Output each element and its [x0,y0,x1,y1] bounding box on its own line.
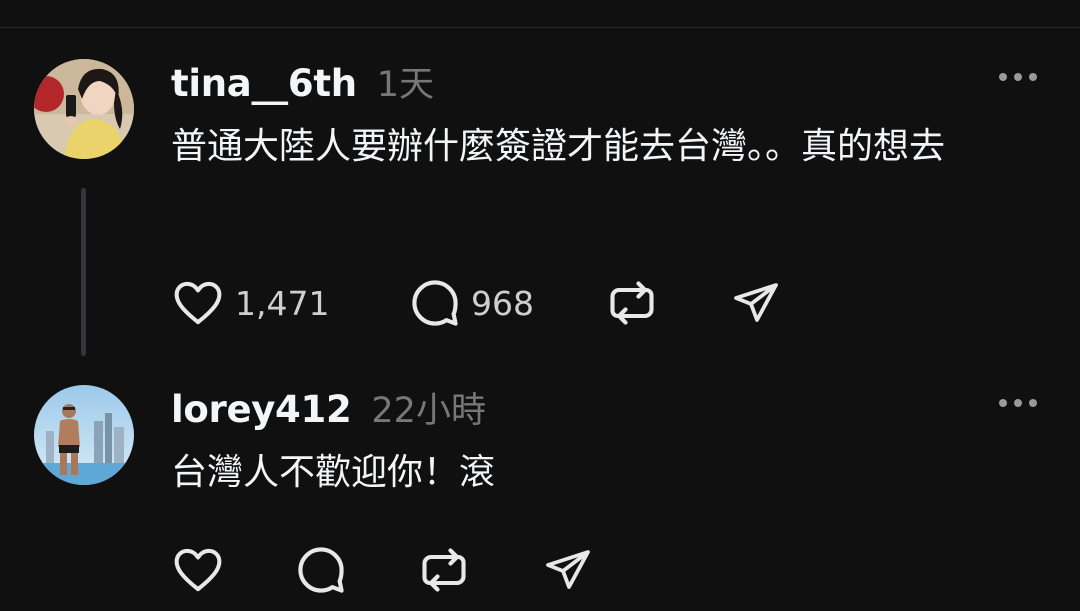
reply-button[interactable]: 968 [409,276,606,330]
avatar[interactable] [34,59,134,159]
share-button[interactable] [732,276,780,330]
thread-post: lorey412 22小時 台灣人不歡迎你！滾 [0,382,1080,611]
repost-icon [422,548,466,592]
thread-view: tina__6th 1天 普通大陸人要辦什麼簽證才能去台灣。。真的想去 1,47… [0,0,1080,611]
top-divider [0,27,1080,28]
thread-post: tina__6th 1天 普通大陸人要辦什麼簽證才能去台灣。。真的想去 1,47… [0,56,1080,356]
like-button[interactable]: 1,471 [171,276,409,330]
post-header: lorey412 22小時 [171,382,486,431]
timestamp[interactable]: 1天 [377,56,434,107]
avatar[interactable] [34,385,134,485]
heart-icon [174,281,222,325]
reply-button[interactable] [295,543,418,597]
paper-plane-icon [734,283,778,322]
more-options-button[interactable] [999,72,1037,82]
thread-connector-line [81,188,86,356]
paper-plane-icon [546,550,590,589]
action-bar [171,543,592,597]
username[interactable]: lorey412 [171,388,352,431]
post-text: 台灣人不歡迎你！滾 [171,452,496,493]
username[interactable]: tina__6th [171,62,357,105]
repost-button[interactable] [606,276,732,330]
more-options-button[interactable] [999,398,1037,408]
like-count: 1,471 [235,283,330,323]
post-text: 普通大陸人要辦什麼簽證才能去台灣。。真的想去 [171,126,946,167]
speech-bubble-icon [412,280,458,326]
more-dots-icon [999,399,1007,407]
post-header: tina__6th 1天 [171,56,434,105]
repost-button[interactable] [418,543,544,597]
action-bar: 1,471 968 [171,276,780,330]
reply-count: 968 [471,283,534,323]
share-button[interactable] [544,543,592,597]
timestamp[interactable]: 22小時 [371,382,486,433]
speech-bubble-icon [298,547,344,593]
like-button[interactable] [171,543,295,597]
repost-icon [610,281,654,325]
heart-icon [174,548,222,592]
more-dots-icon [999,73,1007,81]
